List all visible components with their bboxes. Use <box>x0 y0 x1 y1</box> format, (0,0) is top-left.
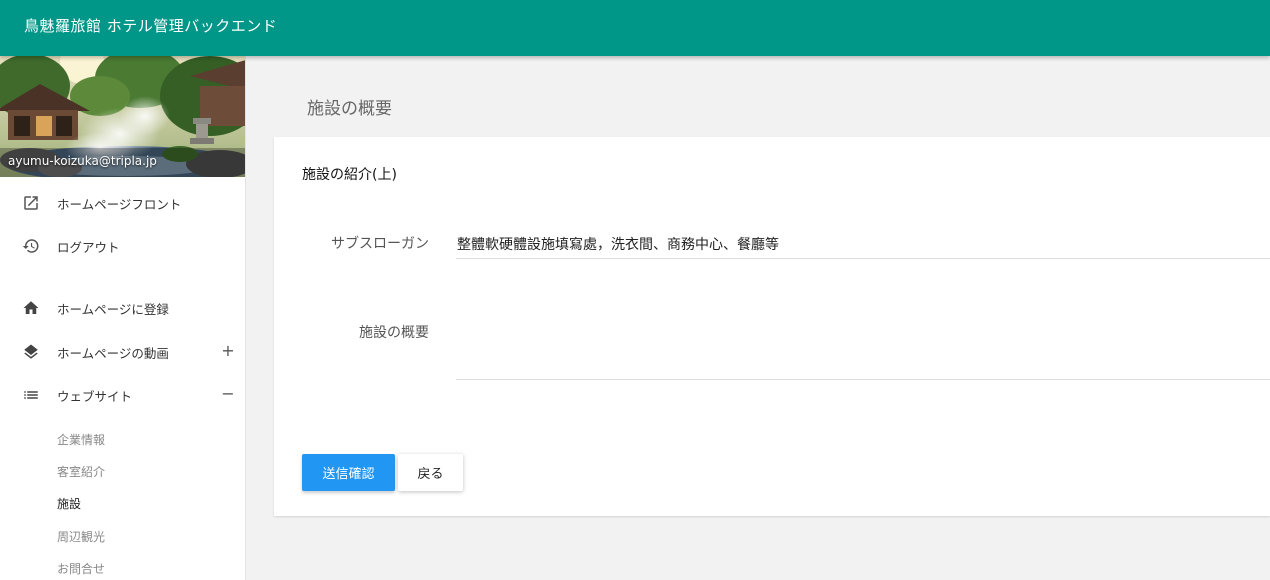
sidebar-item-website[interactable]: ウェブサイト − <box>0 375 245 415</box>
sidebar-subitem-sightseeing[interactable]: 周辺観光 <box>57 528 105 545</box>
sidebar-subitem-rooms[interactable]: 客室紹介 <box>57 463 105 480</box>
expand-plus-icon[interactable]: + <box>219 341 237 360</box>
sidebar-item-label: ホームページフロント <box>57 197 182 212</box>
history-icon <box>22 239 39 253</box>
overview-label: 施設の概要 <box>359 325 429 341</box>
sidebar-item-label: ホームページに登録 <box>57 302 169 317</box>
overview-textarea[interactable] <box>456 305 1270 380</box>
app-title: 鳥魅羅旅館 ホテル管理バックエンド <box>24 17 278 35</box>
back-button[interactable]: 戻る <box>398 454 463 491</box>
sidebar: ayumu-koizuka@tripla.jp ホームページフロント ログアウト… <box>0 56 246 580</box>
facility-form-card: 施設の紹介(上) サブスローガン 施設の概要 送信確認 戻る <box>274 137 1270 516</box>
sidebar-item-homepage-register[interactable]: ホームページに登録 <box>0 288 245 328</box>
page-title: 施設の概要 <box>307 99 392 119</box>
app-header: 鳥魅羅旅館 ホテル管理バックエンド <box>0 0 1270 56</box>
collapse-minus-icon[interactable]: − <box>219 384 237 403</box>
section-title: 施設の紹介(上) <box>302 167 397 183</box>
list-icon <box>24 391 38 399</box>
sidebar-item-label: ウェブサイト <box>57 389 133 404</box>
submit-confirm-button[interactable]: 送信確認 <box>302 454 395 491</box>
sidebar-item-homepage-video[interactable]: ホームページの動画 + <box>0 332 245 372</box>
sidebar-hero-image: ayumu-koizuka@tripla.jp <box>0 56 245 177</box>
sidebar-subitem-company-info[interactable]: 企業情報 <box>57 431 105 448</box>
open-external-icon <box>24 196 38 210</box>
sidebar-item-label: ログアウト <box>57 240 120 255</box>
user-email: ayumu-koizuka@tripla.jp <box>8 154 157 168</box>
slogan-input[interactable] <box>456 229 1270 259</box>
sidebar-item-logout[interactable]: ログアウト <box>0 226 245 266</box>
slogan-label: サブスローガン <box>331 236 429 252</box>
layers-icon <box>24 344 38 359</box>
sidebar-item-label: ホームページの動画 <box>57 346 169 361</box>
home-icon <box>23 301 39 314</box>
sidebar-subitem-contact[interactable]: お問合せ <box>57 560 105 577</box>
sidebar-item-homepage-front[interactable]: ホームページフロント <box>0 183 245 223</box>
sidebar-subitem-facilities[interactable]: 施設 <box>57 495 81 512</box>
